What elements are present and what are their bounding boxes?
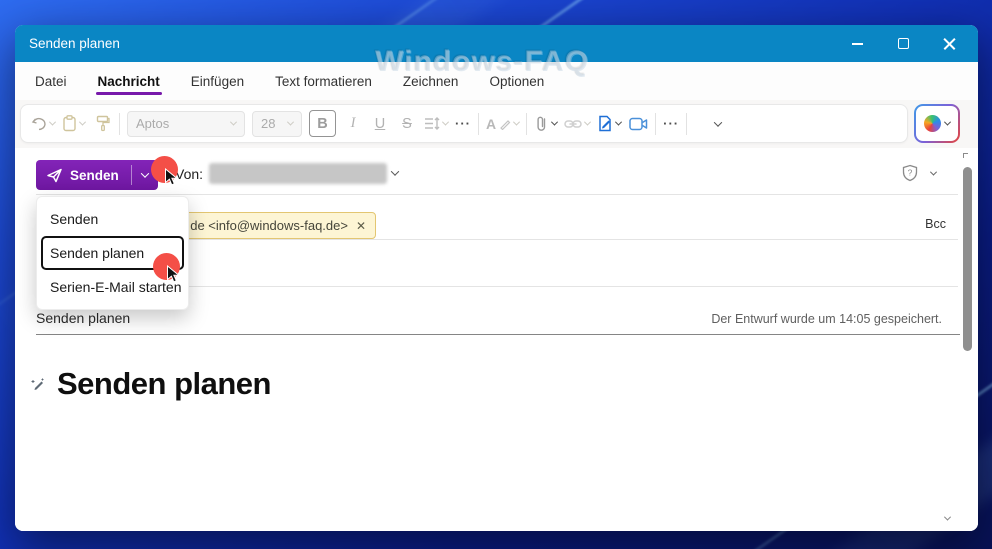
tab-datei[interactable]: Datei bbox=[33, 65, 69, 98]
minimize-icon bbox=[851, 42, 863, 45]
signature-button[interactable] bbox=[597, 110, 623, 138]
copilot-button[interactable] bbox=[914, 104, 960, 143]
message-body-heading[interactable]: Senden planen bbox=[57, 366, 271, 402]
chevron-down-icon bbox=[513, 118, 521, 126]
menu-item-serien-email[interactable]: Serien-E-Mail starten bbox=[37, 270, 188, 304]
pen-icon bbox=[500, 119, 511, 130]
shield-question-icon[interactable]: ? bbox=[901, 164, 919, 182]
font-size-select[interactable]: 28 bbox=[252, 110, 302, 137]
maximize-button[interactable] bbox=[880, 25, 926, 62]
link-icon bbox=[564, 119, 582, 128]
window-title: Senden planen bbox=[29, 36, 120, 51]
bold-icon: B bbox=[317, 115, 328, 132]
italic-button[interactable]: I bbox=[343, 115, 363, 132]
underline-button[interactable]: U bbox=[370, 116, 390, 132]
scrollbar-thumb[interactable] bbox=[963, 167, 972, 351]
from-chevron-icon[interactable] bbox=[390, 167, 400, 176]
attach-file-button[interactable] bbox=[534, 110, 559, 138]
tab-nachricht[interactable]: Nachricht bbox=[95, 65, 163, 98]
video-button[interactable] bbox=[628, 110, 648, 138]
close-icon bbox=[943, 37, 956, 50]
send-button-label: Senden bbox=[70, 167, 119, 183]
font-size-value: 28 bbox=[261, 116, 276, 131]
menu-item-senden[interactable]: Senden bbox=[37, 202, 188, 236]
draft-saved-status: Der Entwurf wurde um 14:05 gespeichert. bbox=[711, 312, 942, 326]
compose-window: Senden planen Windows-FAQ Datei Nachrich… bbox=[15, 25, 978, 531]
font-family-value: Aptos bbox=[136, 116, 170, 131]
signature-icon bbox=[599, 115, 611, 132]
send-split-button[interactable]: Senden bbox=[36, 160, 158, 190]
chevron-down-icon bbox=[229, 118, 238, 126]
scroll-down-arrow[interactable] bbox=[943, 513, 952, 521]
chevron-down-icon bbox=[584, 118, 592, 126]
titlebar[interactable]: Senden planen bbox=[15, 25, 978, 62]
minimize-button[interactable] bbox=[834, 25, 880, 62]
paste-button[interactable] bbox=[62, 110, 87, 138]
recipient-address: . de <info@windows-faq.de> bbox=[183, 218, 348, 233]
bold-button[interactable]: B bbox=[309, 110, 336, 137]
tab-text-formatieren[interactable]: Text formatieren bbox=[273, 65, 374, 98]
from-address-redacted[interactable] bbox=[209, 163, 387, 184]
subject-underline bbox=[36, 334, 960, 335]
toolbar-divider bbox=[655, 112, 657, 135]
line-spacing-button[interactable] bbox=[424, 110, 450, 138]
menu-item-senden-planen[interactable]: Senden planen bbox=[41, 236, 184, 270]
chevron-down-icon bbox=[615, 118, 623, 126]
copilot-pen-icon[interactable] bbox=[30, 377, 46, 393]
send-button[interactable]: Senden bbox=[36, 160, 131, 190]
toolbar-divider bbox=[119, 112, 120, 135]
bcc-button[interactable]: Bcc bbox=[925, 217, 946, 231]
tab-zeichnen[interactable]: Zeichnen bbox=[401, 65, 461, 98]
chevron-down-icon bbox=[943, 118, 952, 126]
paperclip-icon bbox=[537, 116, 546, 131]
ribbon-collapse-button[interactable] bbox=[708, 110, 728, 138]
line-spacing-icon bbox=[425, 117, 440, 130]
more-formatting-button[interactable]: ··· bbox=[455, 116, 471, 131]
row-divider bbox=[36, 194, 958, 195]
copilot-icon bbox=[924, 115, 941, 132]
toolbar-divider bbox=[686, 112, 688, 135]
maximize-icon bbox=[897, 38, 909, 49]
subject-input[interactable]: Senden planen bbox=[36, 310, 130, 326]
send-options-menu: Senden Senden planen Serien-E-Mail start… bbox=[36, 196, 189, 310]
chevron-down-icon bbox=[551, 118, 559, 126]
scroll-up-arrow[interactable] bbox=[963, 153, 968, 158]
video-camera-icon bbox=[628, 117, 647, 130]
styles-button[interactable]: A bbox=[486, 110, 521, 138]
svg-text:?: ? bbox=[908, 168, 913, 178]
chevron-down-icon bbox=[286, 118, 295, 126]
font-family-select[interactable]: Aptos bbox=[127, 110, 245, 137]
chevron-down-icon bbox=[140, 169, 150, 178]
tab-einfuegen[interactable]: Einfügen bbox=[189, 65, 246, 98]
format-painter-icon bbox=[96, 115, 110, 132]
format-painter-button[interactable] bbox=[92, 110, 112, 138]
styles-icon: A bbox=[486, 115, 497, 132]
toolbar-divider bbox=[478, 112, 479, 135]
toolbar-divider bbox=[526, 112, 528, 135]
clipboard-icon bbox=[63, 115, 76, 132]
remove-recipient-icon[interactable]: ✕ bbox=[356, 219, 366, 233]
chevron-down-icon bbox=[713, 117, 723, 127]
undo-icon bbox=[31, 117, 46, 130]
close-button[interactable] bbox=[926, 25, 972, 62]
insert-link-button[interactable] bbox=[564, 110, 592, 138]
ribbon-tabs: Datei Nachricht Einfügen Text formatiere… bbox=[15, 62, 978, 100]
undo-button[interactable] bbox=[31, 110, 57, 138]
more-commands-button[interactable]: ··· bbox=[663, 116, 679, 131]
send-options-chevron[interactable] bbox=[132, 160, 158, 190]
compose-area: Senden Von: ? . de <info@windows-faq.de>… bbox=[15, 148, 978, 531]
send-icon bbox=[47, 168, 62, 182]
chevron-down-icon bbox=[441, 118, 450, 126]
chevron-down-icon[interactable] bbox=[929, 168, 938, 176]
strikethrough-button[interactable]: S bbox=[397, 116, 417, 132]
toolbar: Aptos 28 B I U S ··· A ··· bbox=[20, 104, 908, 143]
chevron-down-icon bbox=[48, 118, 57, 126]
from-label: Von: bbox=[175, 166, 204, 182]
tab-optionen[interactable]: Optionen bbox=[487, 65, 546, 98]
chevron-down-icon bbox=[78, 118, 87, 126]
ribbon: Aptos 28 B I U S ··· A ··· bbox=[15, 100, 978, 148]
